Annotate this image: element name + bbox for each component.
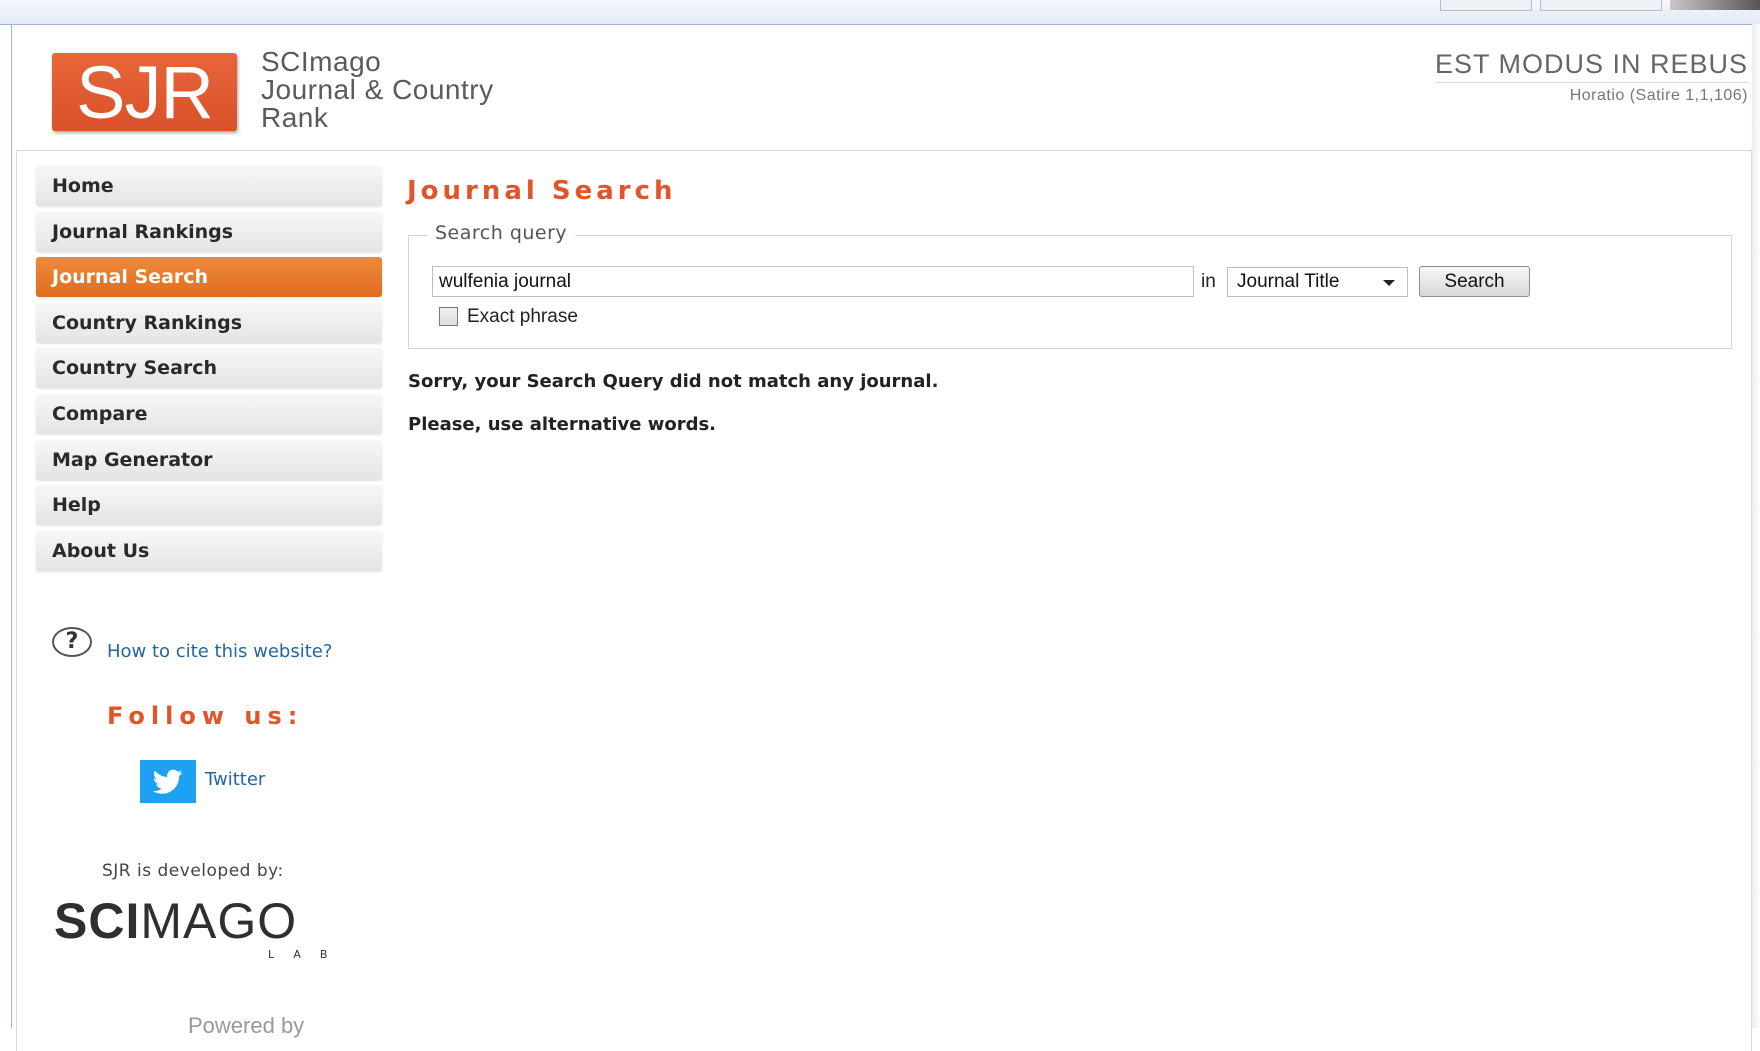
sidebar-item-home[interactable]: Home (36, 166, 382, 206)
search-field-selected-value: Journal Title (1237, 271, 1340, 292)
twitter-icon[interactable] (140, 760, 196, 803)
developed-by-label: SJR is developed by: (102, 861, 284, 881)
exact-phrase-label[interactable]: Exact phrase (467, 306, 578, 328)
site-title-line: Journal & Country (261, 74, 494, 105)
site-title: SCImago Journal & Country Rank (261, 48, 494, 132)
chevron-down-icon (1383, 280, 1395, 286)
site-title-line: SCImago (261, 46, 382, 77)
search-input[interactable]: wulfenia journal (432, 266, 1194, 297)
suggestion-message: Please, use alternative words. (408, 414, 717, 435)
search-button[interactable]: Search (1419, 266, 1530, 297)
site-title-line: Rank (261, 102, 329, 133)
sidebar-nav: Home Journal Rankings Journal Search Cou… (36, 166, 382, 576)
browser-corner (1670, 0, 1760, 10)
exact-phrase-checkbox[interactable] (439, 307, 458, 326)
sidebar-item-journal-search[interactable]: Journal Search (36, 257, 382, 298)
scimago-lab-logo[interactable]: SCIMAGO LAB (54, 895, 364, 965)
follow-us-heading: Follow us: (107, 702, 304, 730)
browser-toolbar-segment (1540, 0, 1662, 11)
window-left-border (11, 24, 12, 1028)
powered-by-label: Powered by (188, 1013, 305, 1038)
browser-toolbar-segment (1440, 0, 1532, 11)
sidebar-item-journal-rankings[interactable]: Journal Rankings (36, 211, 382, 252)
motto-source: Horatio (Satire 1,1,106) (1569, 87, 1748, 104)
motto-text: EST MODUS IN REBUS (1434, 49, 1748, 83)
sjr-logo[interactable]: SJR (52, 53, 237, 133)
no-results-message: Sorry, your Search Query did not match a… (408, 371, 939, 392)
scimago-wordmark-bold: SCI (54, 893, 141, 949)
window-right-scroll-edge[interactable] (1752, 24, 1760, 1028)
question-circle-icon[interactable]: ? (52, 627, 92, 657)
sidebar-item-country-search[interactable]: Country Search (36, 348, 382, 389)
twitter-link[interactable]: Twitter (205, 769, 265, 790)
search-query-legend: Search query (427, 222, 576, 244)
search-in-label: in (1201, 271, 1216, 292)
page-title: Journal Search (407, 176, 677, 206)
sidebar-item-map-generator[interactable]: Map Generator (36, 439, 382, 480)
sidebar-item-about-us[interactable]: About Us (36, 530, 382, 571)
sidebar-item-compare[interactable]: Compare (36, 393, 382, 434)
cite-link[interactable]: How to cite this website? (107, 641, 332, 662)
search-field-select[interactable]: Journal Title (1227, 267, 1408, 297)
motto: EST MODUS IN REBUS Horatio (Satire 1,1,1… (1434, 49, 1748, 105)
scimago-wordmark-light: MAGO (140, 893, 298, 949)
sidebar-item-country-rankings[interactable]: Country Rankings (36, 302, 382, 343)
scimago-wordmark: SCIMAGO (54, 895, 364, 947)
browser-top-strip (0, 0, 1760, 25)
sidebar-item-help[interactable]: Help (36, 485, 382, 526)
scimago-lab-subtext: LAB (268, 948, 347, 961)
